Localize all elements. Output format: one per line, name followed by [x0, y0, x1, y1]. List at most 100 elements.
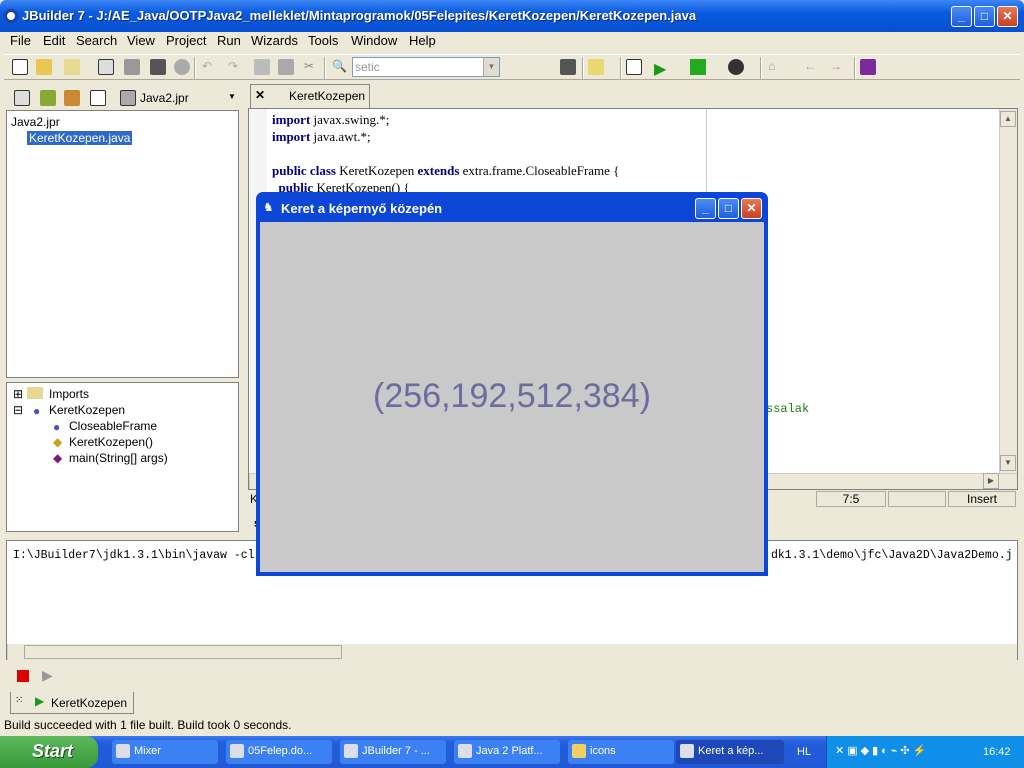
close-file-icon[interactable] — [98, 59, 114, 75]
make-project-icon[interactable] — [588, 59, 604, 75]
menu-tools[interactable]: Tools — [308, 33, 338, 48]
find-next-icon[interactable] — [508, 59, 524, 75]
menu-project[interactable]: Project — [166, 33, 206, 48]
task-word[interactable]: 05Felep.do... — [226, 740, 332, 764]
menu-window[interactable]: Window — [351, 33, 397, 48]
open-icon[interactable] — [36, 59, 52, 75]
message-tab[interactable]: ⁙ ▶ KeretKozepen — [10, 692, 134, 714]
java-cup-icon[interactable]: ♞ — [263, 200, 274, 214]
find-classes-icon[interactable] — [534, 59, 550, 75]
dialog-maximize-button[interactable]: □ — [718, 198, 739, 219]
pin-icon[interactable]: ⁙ — [15, 695, 23, 706]
scroll-up-icon[interactable]: ▲ — [1000, 111, 1016, 127]
menu-wizards[interactable]: Wizards — [251, 33, 298, 48]
structure-pane: ⊞ Imports ⊟ ● KeretKozepen ● CloseableFr… — [6, 382, 239, 532]
scroll-down-icon[interactable]: ▼ — [1000, 455, 1016, 471]
menu-run[interactable]: Run — [217, 33, 241, 48]
save-icon[interactable] — [124, 59, 140, 75]
task-keret[interactable]: Keret a kép... — [676, 740, 784, 764]
dialog-title: Keret a képernyő közepén — [281, 201, 443, 216]
new-file-icon[interactable] — [12, 59, 28, 75]
editor-tab-label: KeretKozepen — [289, 89, 366, 103]
dialog-close-button[interactable]: ✕ — [741, 198, 762, 219]
jbuilder-icon — [344, 744, 358, 758]
word-icon — [230, 744, 244, 758]
structure-constructor[interactable]: KeretKozepen() — [69, 435, 153, 449]
tree-item-java2-jpr[interactable]: Java2.jpr — [11, 115, 60, 129]
structure-superclass[interactable]: CloseableFrame — [69, 419, 157, 433]
menu-file[interactable]: File — [10, 33, 31, 48]
cut-icon[interactable]: ✂ — [304, 59, 320, 75]
editor-tab[interactable]: ✕ KeretKozepen — [250, 84, 370, 108]
undo-icon[interactable]: ↶ — [202, 59, 218, 75]
task-icons-folder[interactable]: icons — [568, 740, 674, 764]
close-tab-icon[interactable]: ✕ — [255, 88, 265, 102]
output-horizontal-scrollbar[interactable] — [7, 644, 1017, 660]
main-toolbar: ↶ ↷ ✂ 🔍 ▶ ⌂ ← → — [4, 54, 1020, 80]
project-dropdown-icon[interactable]: ▼ — [228, 92, 236, 101]
constructor-icon: ◆ — [53, 435, 63, 449]
message-tab-label: KeretKozepen — [51, 696, 128, 710]
expand-icon[interactable]: ⊞ — [13, 387, 23, 401]
search-input[interactable]: setic — [355, 60, 380, 74]
structure-main[interactable]: main(String[] args) — [69, 451, 168, 465]
chevron-down-icon[interactable]: ▼ — [483, 58, 499, 76]
browse-symbol-icon[interactable] — [560, 59, 576, 75]
print-icon[interactable] — [174, 59, 190, 75]
optimize-icon[interactable] — [728, 59, 744, 75]
find-icon[interactable]: 🔍 — [332, 59, 348, 75]
search-combo[interactable]: setic ▼ — [352, 57, 500, 77]
language-indicator[interactable]: HL — [797, 746, 811, 758]
run-tab-icon: ▶ — [35, 694, 45, 708]
menu-help[interactable]: Help — [409, 33, 436, 48]
home-icon[interactable]: ⌂ — [768, 59, 784, 75]
maximize-button[interactable]: □ — [974, 6, 995, 27]
copy-icon[interactable] — [254, 59, 270, 75]
menu-edit[interactable]: Edit — [43, 33, 65, 48]
structure-class[interactable]: KeretKozepen — [49, 403, 125, 417]
run-icon[interactable]: ▶ — [654, 59, 670, 78]
taskbar: Start Mixer 05Felep.do... JBuilder 7 - .… — [0, 736, 1024, 768]
forward-icon[interactable]: → — [830, 59, 846, 75]
close-project-icon[interactable] — [14, 90, 30, 106]
paste-icon[interactable] — [278, 59, 294, 75]
menu-search[interactable]: Search — [76, 33, 117, 48]
java-icon — [680, 744, 694, 758]
method-icon: ◆ — [53, 451, 63, 465]
keret-dialog: ♞ Keret a képernyő közepén _ □ ✕ (256,19… — [256, 192, 768, 576]
save-all-icon[interactable] — [150, 59, 166, 75]
toggle-content-icon[interactable] — [626, 59, 642, 75]
debug-icon[interactable] — [690, 59, 706, 75]
task-mixer[interactable]: Mixer — [112, 740, 218, 764]
rerun-icon[interactable]: ▶ — [42, 667, 53, 684]
dialog-minimize-button[interactable]: _ — [695, 198, 716, 219]
frame-coordinates: (256,192,512,384) — [373, 377, 651, 415]
scroll-thumb[interactable] — [24, 645, 342, 659]
close-button[interactable]: ✕ — [997, 6, 1018, 27]
back-icon[interactable]: ← — [804, 59, 820, 75]
dialog-content: (256,192,512,384) — [260, 222, 764, 572]
code-line-2: import java.awt.*; — [272, 129, 371, 144]
remove-files-icon[interactable] — [64, 90, 80, 106]
refresh-icon[interactable] — [90, 90, 106, 106]
help-book-icon[interactable] — [860, 59, 876, 75]
code-line-1: import javax.swing.*; — [272, 112, 390, 127]
minimize-button[interactable]: _ — [951, 6, 972, 27]
stop-icon[interactable] — [17, 670, 29, 682]
task-jbuilder[interactable]: JBuilder 7 - ... — [340, 740, 446, 764]
reopen-icon[interactable] — [64, 59, 80, 75]
scroll-right-icon[interactable]: ▶ — [983, 473, 999, 489]
start-button[interactable]: Start — [0, 736, 98, 768]
redo-icon[interactable]: ↷ — [228, 59, 244, 75]
collapse-icon[interactable]: ⊟ — [13, 403, 23, 417]
jbuilder-app-icon[interactable] — [4, 9, 18, 23]
output-command-right: dk1.3.1\demo\jfc\Java2D\Java2Demo.j — [771, 549, 1013, 562]
project-selector[interactable]: Java2.jpr — [140, 91, 189, 105]
structure-imports[interactable]: Imports — [49, 387, 89, 401]
task-ie[interactable]: Java 2 Platf... — [454, 740, 560, 764]
menu-view[interactable]: View — [127, 33, 155, 48]
add-files-icon[interactable] — [40, 90, 56, 106]
tree-item-keretkozepen-java[interactable]: KeretKozepen.java — [27, 131, 133, 145]
tray-icons[interactable]: ✕▣◆▮◐⌁✣⚡ — [835, 744, 929, 757]
vertical-scrollbar[interactable] — [999, 109, 1017, 473]
